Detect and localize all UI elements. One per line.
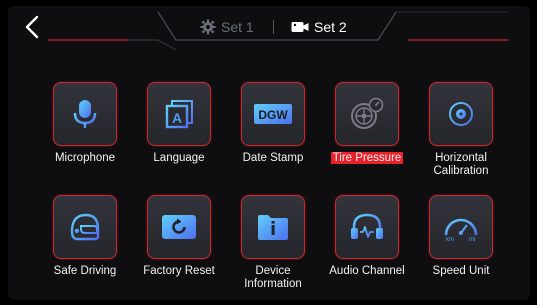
setting-label: Audio Channel (329, 265, 405, 277)
setting-label: Factory Reset (143, 265, 215, 277)
language-tile: A (147, 82, 211, 146)
gear-icon (200, 19, 216, 35)
date-stamp-tile: DGW (241, 82, 305, 146)
back-button[interactable] (22, 14, 44, 40)
setting-label-tire-pressure: Tire Pressure (320, 152, 414, 165)
safe-driving-tile (53, 195, 117, 259)
setting-device-information[interactable]: Device Information (226, 195, 320, 295)
top-bar-frame (48, 11, 508, 50)
tire-pressure-icon (351, 97, 384, 129)
audio-channel-tile (335, 195, 399, 259)
crosshair-icon (445, 98, 477, 130)
setting-horizontal-calibration[interactable]: Horizontal Calibration (414, 82, 508, 182)
setting-date-stamp[interactable]: DGW Date Stamp (226, 82, 320, 182)
settings-grid: Microphone A Language DGW Date Stamp Tir… (8, 82, 530, 292)
helmet-icon (70, 213, 100, 241)
reset-icon (162, 215, 196, 239)
setting-speed-unit[interactable]: km mi Speed Unit (414, 195, 508, 295)
horizontal-calibration-tile (429, 82, 493, 146)
tab-set-2-label: Set 2 (314, 19, 347, 35)
language-icon: A (165, 100, 193, 129)
headphones-icon (351, 213, 383, 239)
top-bar: Set 1 Set 2 (8, 6, 530, 50)
tab-divider (273, 20, 274, 34)
device-information-tile (241, 195, 305, 259)
speed-unit-mi: mi (469, 237, 475, 243)
setting-safe-driving[interactable]: Safe Driving (38, 195, 132, 295)
svg-text:A: A (172, 110, 182, 126)
speed-unit-km: km (446, 237, 454, 243)
date-stamp-badge: DGW (258, 108, 288, 122)
tab-set-1[interactable]: Set 1 (200, 16, 254, 38)
selected-label-highlight: Tire Pressure (330, 152, 404, 164)
speedometer-icon: km mi (444, 218, 478, 243)
tab-set-1-label: Set 1 (221, 19, 254, 35)
microphone-tile (53, 82, 117, 146)
setting-microphone[interactable]: Microphone (38, 82, 132, 182)
setting-audio-channel[interactable]: Audio Channel (320, 195, 414, 295)
setting-label: Safe Driving (53, 265, 117, 277)
setting-tire-pressure[interactable]: Tire Pressure (320, 82, 414, 182)
chevron-left-icon (25, 15, 39, 39)
speed-unit-tile: km mi (429, 195, 493, 259)
tab-set-2[interactable]: Set 2 (291, 16, 347, 38)
setting-label: Date Stamp (242, 152, 304, 164)
setting-label: Horizontal Calibration (433, 152, 489, 177)
setting-label: Language (153, 152, 205, 164)
setting-factory-reset[interactable]: Factory Reset (132, 195, 226, 295)
settings-screen: Set 1 Set 2 Microphone A Language DGW Da… (8, 6, 530, 300)
camera-icon (291, 22, 309, 32)
setting-label: Microphone (54, 152, 116, 164)
factory-reset-tile (147, 195, 211, 259)
info-icon (258, 215, 288, 240)
setting-label: Speed Unit (432, 265, 490, 277)
setting-label: Device Information (244, 265, 302, 290)
tire-pressure-tile (335, 82, 399, 146)
microphone-icon (73, 100, 97, 128)
setting-language[interactable]: A Language (132, 82, 226, 182)
date-stamp-icon: DGW (254, 104, 292, 124)
